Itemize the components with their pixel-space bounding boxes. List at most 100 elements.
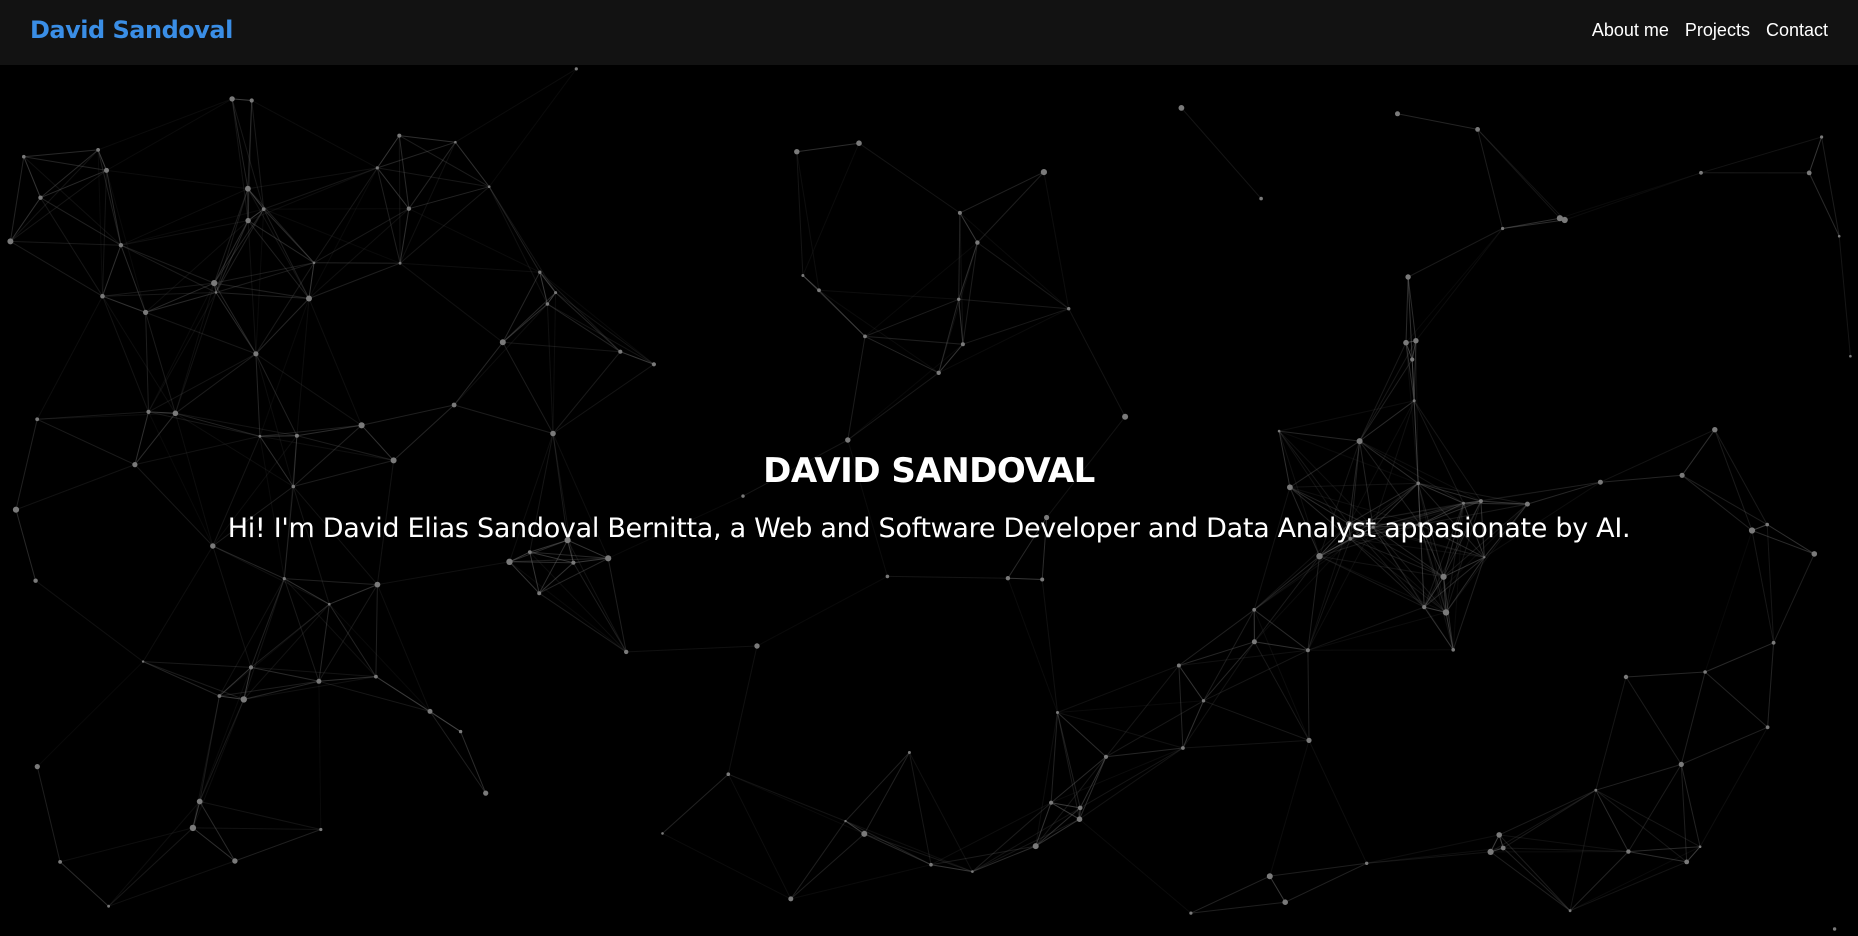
particle-link	[399, 208, 410, 264]
particle-link	[318, 680, 431, 712]
particle-link	[328, 603, 431, 712]
particle-link	[1182, 739, 1310, 749]
particle-link	[802, 143, 860, 276]
particle-link	[247, 167, 378, 190]
particle-dot	[1698, 845, 1702, 848]
particle-dot	[1103, 754, 1109, 759]
nav-link-contact[interactable]: Contact	[1766, 20, 1828, 41]
particle-dot	[146, 409, 151, 414]
particle-link	[1564, 172, 1702, 221]
particle-dot	[232, 858, 238, 864]
particle-link	[1254, 641, 1308, 651]
particle-dot	[38, 195, 43, 200]
particle-dot	[1811, 551, 1818, 557]
particle-link	[1308, 740, 1368, 864]
particle-link	[142, 661, 244, 700]
particle-link	[308, 298, 363, 426]
particle-dot	[1252, 607, 1257, 612]
particle-link	[1681, 726, 1768, 765]
particle-dot	[398, 261, 402, 265]
particle-dot	[571, 560, 576, 565]
particle-link	[214, 282, 310, 299]
particle-link	[10, 240, 103, 297]
particle-link	[199, 801, 321, 830]
particle-dot	[406, 206, 412, 211]
brand-logo-link[interactable]: David Sandoval	[30, 16, 233, 44]
particle-link	[1625, 676, 1682, 765]
particle-dot	[107, 904, 110, 908]
particle-link	[37, 412, 176, 420]
particle-link	[400, 262, 540, 273]
particle-link	[818, 289, 939, 374]
particle-link	[728, 773, 865, 835]
particle-dot	[527, 550, 532, 554]
particle-link	[192, 827, 321, 830]
particle-link	[1254, 538, 1351, 643]
particle-dot	[58, 860, 62, 864]
particle-link	[102, 170, 107, 297]
particle-link	[1625, 671, 1706, 678]
particle-dot	[1412, 399, 1416, 403]
particle-link	[199, 801, 236, 862]
particle-link	[408, 208, 541, 273]
particle-link	[1704, 671, 1768, 728]
particle-link	[142, 661, 220, 697]
particle-dot	[863, 334, 867, 339]
particle-link	[1068, 308, 1126, 417]
particle-link	[36, 766, 61, 863]
particle-dot	[7, 238, 14, 245]
particle-link	[1808, 172, 1840, 237]
particle-dot	[554, 291, 558, 295]
particle-link	[959, 212, 1070, 310]
particle-link	[1569, 861, 1687, 912]
particle-link	[145, 312, 176, 414]
particle-link	[1366, 847, 1504, 864]
particle-dot	[358, 422, 365, 429]
nav-link-about-me[interactable]: About me	[1592, 20, 1669, 41]
particle-link	[1203, 649, 1309, 702]
particle-link	[864, 833, 973, 873]
particle-dot	[306, 295, 312, 302]
particle-link	[59, 827, 194, 863]
particle-dot	[1049, 800, 1054, 805]
particle-link	[845, 820, 973, 873]
particle-link	[1503, 847, 1629, 853]
particle-link	[1838, 236, 1851, 357]
particle-dot	[1306, 737, 1312, 744]
particle-link	[108, 801, 201, 907]
particle-dot	[1703, 670, 1707, 674]
particle-dot	[253, 351, 259, 357]
particle-link	[283, 578, 320, 682]
particle-link	[1502, 219, 1565, 229]
particle-link	[1628, 851, 1687, 863]
particle-link	[40, 149, 99, 199]
particle-dot	[574, 67, 578, 71]
particle-link	[1595, 676, 1627, 791]
particle-dot	[100, 293, 105, 299]
particle-link	[251, 100, 265, 210]
particle-dot	[172, 410, 179, 417]
particle-dot	[1032, 843, 1039, 850]
particle-link	[552, 292, 557, 434]
particle-dot	[957, 297, 961, 301]
particle-link	[1057, 700, 1204, 713]
particle-link	[213, 220, 249, 284]
particle-link	[398, 135, 401, 264]
particle-link	[546, 303, 554, 434]
hero-section: DAVID SANDOVAL Hi! I'm David Elias Sando…	[0, 451, 1858, 544]
particle-dot	[1305, 648, 1310, 653]
particle-link	[538, 592, 627, 653]
particle-dot	[861, 830, 868, 837]
particle-dot	[34, 764, 40, 770]
particle-link	[1498, 789, 1597, 836]
particle-dot	[1077, 805, 1083, 811]
particle-link	[1050, 712, 1058, 803]
hero-title: DAVID SANDOVAL	[763, 451, 1095, 491]
nav-link-projects[interactable]: Projects	[1685, 20, 1750, 41]
particle-dot	[214, 291, 218, 294]
particle-link	[818, 289, 866, 337]
top-navbar: David Sandoval About me Projects Contact	[0, 0, 1858, 65]
particle-link	[247, 188, 310, 299]
particle-link	[1307, 606, 1425, 651]
particle-link	[120, 208, 264, 246]
